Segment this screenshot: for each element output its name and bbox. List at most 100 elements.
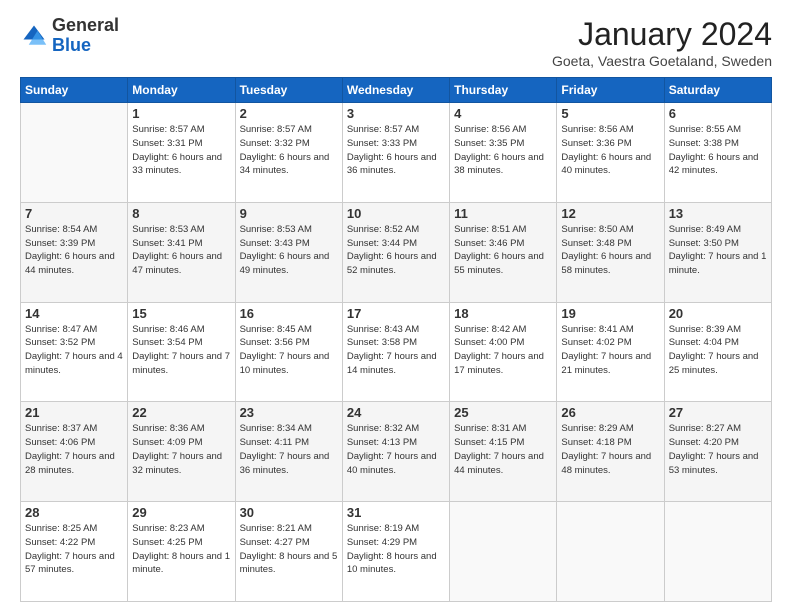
day-info: Sunrise: 8:57 AMSunset: 3:31 PMDaylight:… xyxy=(132,123,230,178)
day-cell: 6 Sunrise: 8:55 AMSunset: 3:38 PMDaylight… xyxy=(664,103,771,203)
day-number: 25 xyxy=(454,405,552,420)
day-info: Sunrise: 8:50 AMSunset: 3:48 PMDaylight:… xyxy=(561,223,659,278)
day-cell: 17 Sunrise: 8:43 AMSunset: 3:58 PMDayligh… xyxy=(342,302,449,402)
col-header-saturday: Saturday xyxy=(664,78,771,103)
day-number: 4 xyxy=(454,106,552,121)
day-info: Sunrise: 8:37 AMSunset: 4:06 PMDaylight:… xyxy=(25,422,123,477)
day-number: 31 xyxy=(347,505,445,520)
day-info: Sunrise: 8:39 AMSunset: 4:04 PMDaylight:… xyxy=(669,323,767,378)
day-cell: 18 Sunrise: 8:42 AMSunset: 4:00 PMDayligh… xyxy=(450,302,557,402)
day-cell: 2Sunrise: 8:57 AMSunset: 3:32 PMDaylight… xyxy=(235,103,342,203)
day-info: Sunrise: 8:56 AMSunset: 3:36 PMDaylight:… xyxy=(561,123,659,178)
day-info: Sunrise: 8:55 AMSunset: 3:38 PMDaylight:… xyxy=(669,123,767,178)
day-number: 22 xyxy=(132,405,230,420)
day-cell xyxy=(557,502,664,602)
day-info: Sunrise: 8:53 AMSunset: 3:43 PMDaylight:… xyxy=(240,223,338,278)
title-block: January 2024 Goeta, Vaestra Goetaland, S… xyxy=(552,16,772,69)
day-info: Sunrise: 8:29 AMSunset: 4:18 PMDaylight:… xyxy=(561,422,659,477)
day-cell: 21 Sunrise: 8:37 AMSunset: 4:06 PMDayligh… xyxy=(21,402,128,502)
day-cell: 20 Sunrise: 8:39 AMSunset: 4:04 PMDayligh… xyxy=(664,302,771,402)
day-cell: 4 Sunrise: 8:56 AMSunset: 3:35 PMDaylight… xyxy=(450,103,557,203)
day-cell: 23Sunrise: 8:34 AMSunset: 4:11 PMDayligh… xyxy=(235,402,342,502)
day-cell: 8Sunrise: 8:53 AMSunset: 3:41 PMDaylight… xyxy=(128,202,235,302)
day-info: Sunrise: 8:51 AMSunset: 3:46 PMDaylight:… xyxy=(454,223,552,278)
day-cell: 29 Sunrise: 8:23 AMSunset: 4:25 PMDayligh… xyxy=(128,502,235,602)
day-number: 7 xyxy=(25,206,123,221)
day-cell xyxy=(450,502,557,602)
day-number: 26 xyxy=(561,405,659,420)
day-number: 15 xyxy=(132,306,230,321)
col-header-friday: Friday xyxy=(557,78,664,103)
day-cell: 26 Sunrise: 8:29 AMSunset: 4:18 PMDayligh… xyxy=(557,402,664,502)
day-number: 13 xyxy=(669,206,767,221)
day-number: 24 xyxy=(347,405,445,420)
logo-blue: Blue xyxy=(52,36,119,56)
week-row-3: 14Sunrise: 8:47 AMSunset: 3:52 PMDayligh… xyxy=(21,302,772,402)
day-cell: 3 Sunrise: 8:57 AMSunset: 3:33 PMDaylight… xyxy=(342,103,449,203)
col-header-tuesday: Tuesday xyxy=(235,78,342,103)
day-number: 1 xyxy=(132,106,230,121)
day-number: 21 xyxy=(25,405,123,420)
day-cell: 27Sunrise: 8:27 AMSunset: 4:20 PMDayligh… xyxy=(664,402,771,502)
day-number: 16 xyxy=(240,306,338,321)
day-number: 19 xyxy=(561,306,659,321)
day-number: 18 xyxy=(454,306,552,321)
day-number: 17 xyxy=(347,306,445,321)
day-info: Sunrise: 8:52 AMSunset: 3:44 PMDaylight:… xyxy=(347,223,445,278)
day-cell xyxy=(664,502,771,602)
logo-text: General Blue xyxy=(52,16,119,56)
day-number: 9 xyxy=(240,206,338,221)
week-row-4: 21 Sunrise: 8:37 AMSunset: 4:06 PMDayligh… xyxy=(21,402,772,502)
day-cell: 9 Sunrise: 8:53 AMSunset: 3:43 PMDaylight… xyxy=(235,202,342,302)
day-cell: 19 Sunrise: 8:41 AMSunset: 4:02 PMDayligh… xyxy=(557,302,664,402)
week-row-1: 1 Sunrise: 8:57 AMSunset: 3:31 PMDaylight… xyxy=(21,103,772,203)
day-info: Sunrise: 8:43 AMSunset: 3:58 PMDaylight:… xyxy=(347,323,445,378)
day-number: 12 xyxy=(561,206,659,221)
day-info: Sunrise: 8:34 AMSunset: 4:11 PMDaylight:… xyxy=(240,422,338,477)
col-header-wednesday: Wednesday xyxy=(342,78,449,103)
day-info: Sunrise: 8:32 AMSunset: 4:13 PMDaylight:… xyxy=(347,422,445,477)
day-cell: 1 Sunrise: 8:57 AMSunset: 3:31 PMDaylight… xyxy=(128,103,235,203)
day-number: 8 xyxy=(132,206,230,221)
col-header-monday: Monday xyxy=(128,78,235,103)
day-info: Sunrise: 8:41 AMSunset: 4:02 PMDaylight:… xyxy=(561,323,659,378)
day-info: Sunrise: 8:23 AMSunset: 4:25 PMDaylight:… xyxy=(132,522,230,577)
day-cell: 7 Sunrise: 8:54 AMSunset: 3:39 PMDaylight… xyxy=(21,202,128,302)
day-cell: 5Sunrise: 8:56 AMSunset: 3:36 PMDaylight… xyxy=(557,103,664,203)
day-info: Sunrise: 8:19 AMSunset: 4:29 PMDaylight:… xyxy=(347,522,445,577)
day-info: Sunrise: 8:57 AMSunset: 3:33 PMDaylight:… xyxy=(347,123,445,178)
day-cell: 11Sunrise: 8:51 AMSunset: 3:46 PMDayligh… xyxy=(450,202,557,302)
day-info: Sunrise: 8:47 AMSunset: 3:52 PMDaylight:… xyxy=(25,323,123,378)
day-number: 30 xyxy=(240,505,338,520)
logo-icon xyxy=(20,22,48,50)
day-info: Sunrise: 8:49 AMSunset: 3:50 PMDaylight:… xyxy=(669,223,767,278)
day-number: 20 xyxy=(669,306,767,321)
day-info: Sunrise: 8:57 AMSunset: 3:32 PMDaylight:… xyxy=(240,123,338,178)
day-info: Sunrise: 8:56 AMSunset: 3:35 PMDaylight:… xyxy=(454,123,552,178)
week-row-2: 7 Sunrise: 8:54 AMSunset: 3:39 PMDaylight… xyxy=(21,202,772,302)
day-cell: 24 Sunrise: 8:32 AMSunset: 4:13 PMDayligh… xyxy=(342,402,449,502)
day-cell xyxy=(21,103,128,203)
day-info: Sunrise: 8:36 AMSunset: 4:09 PMDaylight:… xyxy=(132,422,230,477)
day-cell: 30 Sunrise: 8:21 AMSunset: 4:27 PMDayligh… xyxy=(235,502,342,602)
day-info: Sunrise: 8:54 AMSunset: 3:39 PMDaylight:… xyxy=(25,223,123,278)
day-cell: 14Sunrise: 8:47 AMSunset: 3:52 PMDayligh… xyxy=(21,302,128,402)
day-number: 10 xyxy=(347,206,445,221)
day-number: 28 xyxy=(25,505,123,520)
day-number: 6 xyxy=(669,106,767,121)
day-number: 29 xyxy=(132,505,230,520)
header-row: SundayMondayTuesdayWednesdayThursdayFrid… xyxy=(21,78,772,103)
day-cell: 31 Sunrise: 8:19 AMSunset: 4:29 PMDayligh… xyxy=(342,502,449,602)
day-cell: 16Sunrise: 8:45 AMSunset: 3:56 PMDayligh… xyxy=(235,302,342,402)
day-number: 3 xyxy=(347,106,445,121)
logo-general: General xyxy=(52,16,119,36)
day-info: Sunrise: 8:46 AMSunset: 3:54 PMDaylight:… xyxy=(132,323,230,378)
day-info: Sunrise: 8:42 AMSunset: 4:00 PMDaylight:… xyxy=(454,323,552,378)
day-info: Sunrise: 8:27 AMSunset: 4:20 PMDaylight:… xyxy=(669,422,767,477)
col-header-thursday: Thursday xyxy=(450,78,557,103)
header: General Blue January 2024 Goeta, Vaestra… xyxy=(20,16,772,69)
day-info: Sunrise: 8:21 AMSunset: 4:27 PMDaylight:… xyxy=(240,522,338,577)
day-cell: 15 Sunrise: 8:46 AMSunset: 3:54 PMDayligh… xyxy=(128,302,235,402)
page: General Blue January 2024 Goeta, Vaestra… xyxy=(0,0,792,612)
day-info: Sunrise: 8:31 AMSunset: 4:15 PMDaylight:… xyxy=(454,422,552,477)
